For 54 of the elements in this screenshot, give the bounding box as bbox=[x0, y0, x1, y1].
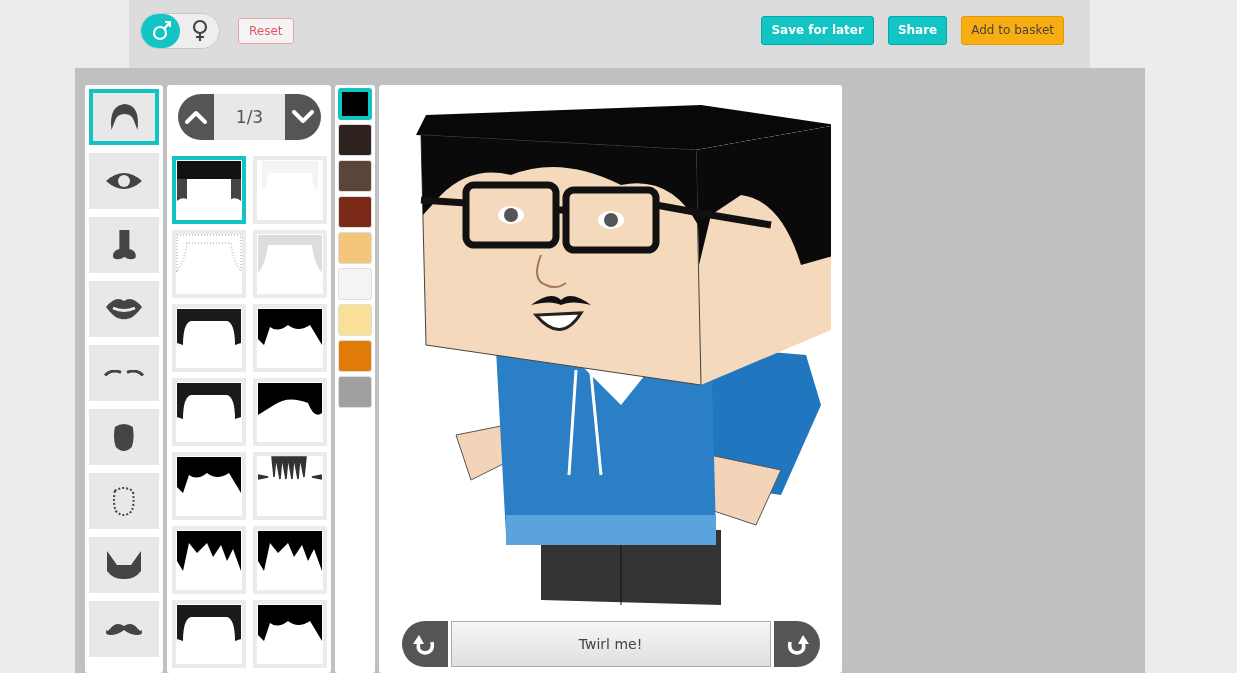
hair-shape-icon bbox=[176, 530, 242, 572]
category-tab[interactable] bbox=[89, 537, 159, 593]
category-tab[interactable] bbox=[89, 281, 159, 337]
beard-icon bbox=[106, 549, 142, 581]
rotate-left-button[interactable] bbox=[401, 621, 448, 667]
eye-icon bbox=[105, 172, 143, 190]
category-tab[interactable] bbox=[89, 409, 159, 465]
hair-shape-icon bbox=[176, 604, 242, 642]
hair-shape-icon bbox=[176, 308, 242, 346]
lips-icon bbox=[105, 297, 143, 321]
up-button[interactable] bbox=[178, 94, 214, 140]
category-tab[interactable] bbox=[89, 153, 159, 209]
color-swatch[interactable] bbox=[338, 376, 372, 408]
color-swatch[interactable] bbox=[338, 196, 372, 228]
color-swatch[interactable] bbox=[338, 160, 372, 192]
category-tab[interactable] bbox=[89, 217, 159, 273]
mustache-icon bbox=[105, 622, 143, 636]
hair-icon bbox=[109, 103, 139, 131]
hair-shape-icon bbox=[176, 160, 242, 202]
hair-shape-icon bbox=[176, 234, 242, 272]
hair-shape-icon bbox=[257, 234, 323, 274]
twirl-button[interactable]: Twirl me! bbox=[450, 621, 771, 667]
hair-shape-icon bbox=[176, 456, 242, 494]
hair-shape-icon bbox=[257, 456, 323, 480]
color-swatch[interactable] bbox=[338, 124, 372, 156]
color-swatch[interactable] bbox=[338, 304, 372, 336]
color-swatch[interactable] bbox=[338, 88, 372, 120]
reset-button[interactable]: Reset bbox=[238, 18, 294, 44]
down-button[interactable] bbox=[285, 94, 321, 140]
gender-toggle[interactable] bbox=[140, 13, 220, 49]
color-swatch[interactable] bbox=[338, 340, 372, 372]
eyebrows-icon bbox=[104, 369, 144, 377]
male-symbol-icon bbox=[150, 19, 171, 43]
face-outline-icon bbox=[113, 486, 135, 516]
color-swatch[interactable] bbox=[338, 232, 372, 264]
action-button[interactable]: Save for later bbox=[761, 15, 874, 45]
chevron-up-icon bbox=[185, 110, 207, 124]
hair-shape-icon bbox=[257, 530, 323, 572]
category-tab[interactable] bbox=[89, 345, 159, 401]
action-button[interactable]: Share bbox=[887, 15, 948, 45]
page-indicator: 1/3 bbox=[214, 94, 285, 140]
chevron-down-icon bbox=[292, 110, 314, 124]
color-swatch[interactable] bbox=[338, 268, 372, 300]
hair-shape-icon bbox=[257, 382, 323, 416]
hair-shape-icon bbox=[257, 604, 323, 642]
hair-shape-icon bbox=[257, 308, 323, 346]
category-tab[interactable] bbox=[89, 601, 159, 657]
hair-shape-icon bbox=[176, 382, 242, 420]
nose-icon bbox=[111, 229, 137, 261]
category-tab[interactable] bbox=[89, 89, 159, 145]
action-button[interactable]: Add to basket bbox=[961, 15, 1064, 45]
rotate-right-button[interactable] bbox=[773, 621, 820, 667]
hair-style-option[interactable] bbox=[172, 156, 246, 224]
face-icon bbox=[113, 422, 135, 452]
